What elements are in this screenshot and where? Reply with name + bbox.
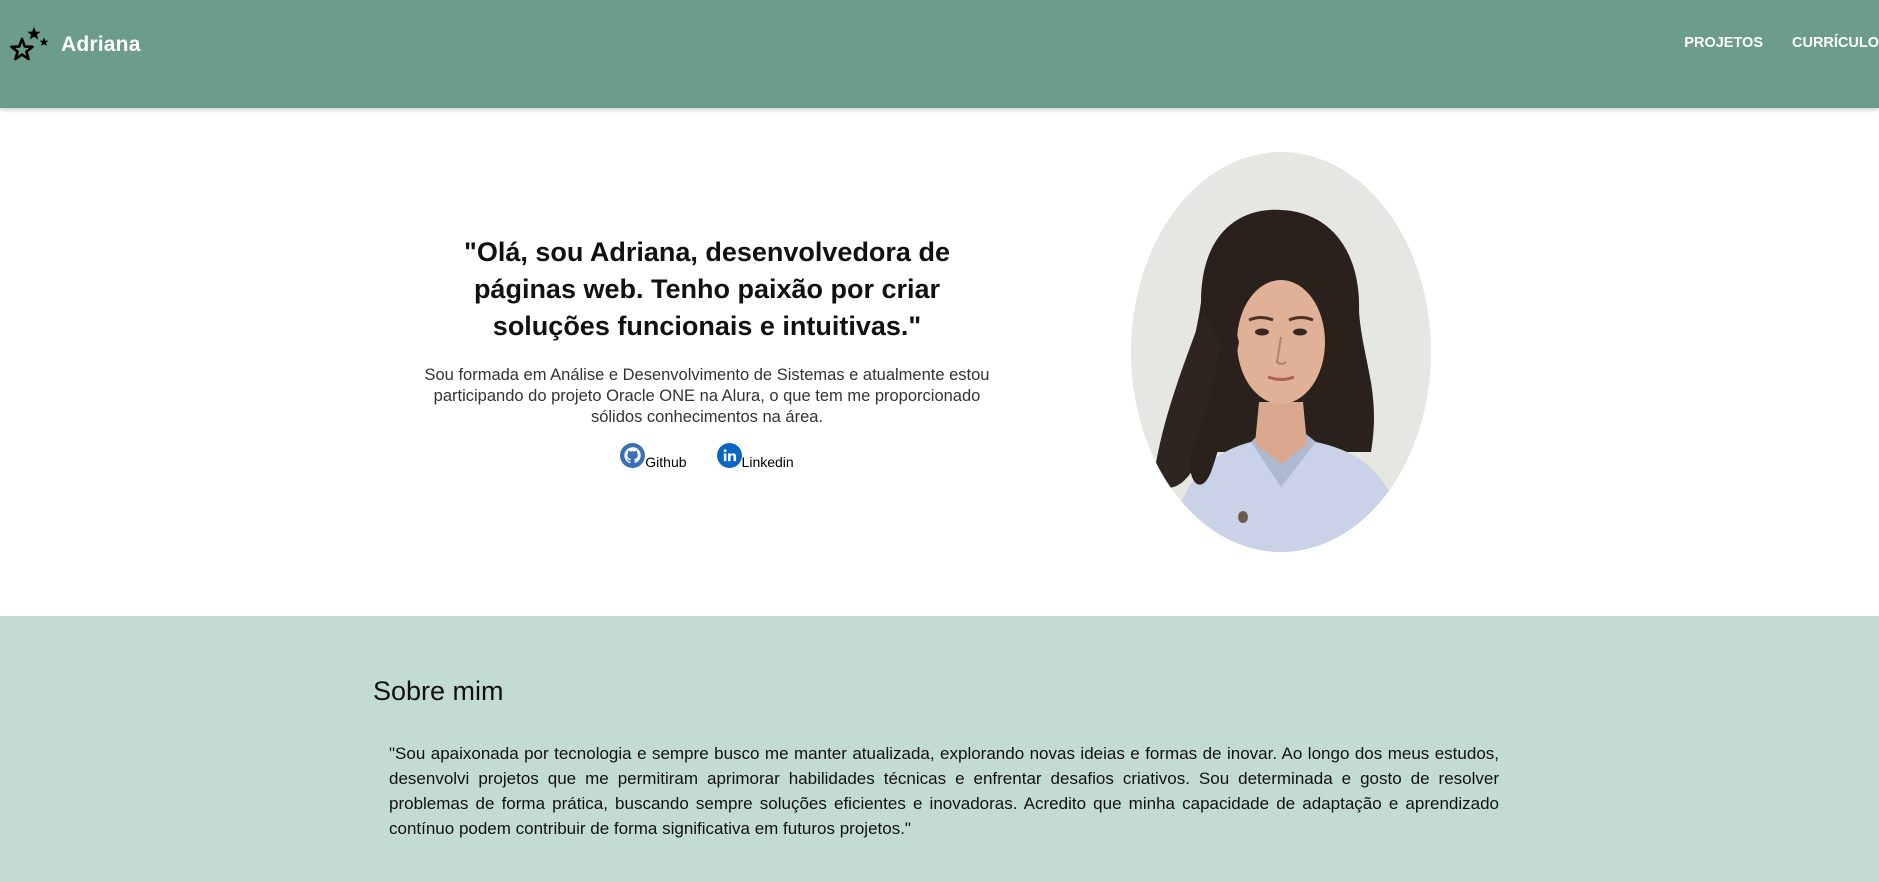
about-title: Sobre mim xyxy=(373,676,504,706)
profile-photo xyxy=(1131,152,1431,552)
github-link[interactable]: Github xyxy=(620,443,687,470)
hero-title: "Olá, sou Adriana, desenvolvedora de pág… xyxy=(464,237,950,341)
nav-link-projetos[interactable]: Projetos xyxy=(1684,35,1763,51)
linkedin-link[interactable]: Linkedin xyxy=(716,443,794,470)
brand-link[interactable]: Adriana xyxy=(10,24,141,66)
about-section: Sobre mim "Sou apaixonada por tecnologia… xyxy=(0,616,1879,882)
hero-text: "Olá, sou Adriana, desenvolvedora de pág… xyxy=(407,234,1007,470)
hero-description: Sou formada em Análise e Desenvolvimento… xyxy=(424,366,990,426)
portrait-illustration xyxy=(1131,152,1431,552)
hero-section: "Olá, sou Adriana, desenvolvedora de pág… xyxy=(0,108,1879,616)
social-links: Github Linkedin xyxy=(407,443,1007,470)
github-label: Github xyxy=(645,454,687,470)
github-icon xyxy=(620,443,646,468)
site-header: Adriana Projetos Currículo xyxy=(0,0,1879,108)
linkedin-label: Linkedin xyxy=(741,454,794,470)
about-text: "Sou apaixonada por tecnologia e sempre … xyxy=(389,744,1499,838)
brand-name: Adriana xyxy=(61,33,141,56)
stars-icon xyxy=(10,27,49,61)
linkedin-icon xyxy=(716,443,742,468)
nav-link-curriculo[interactable]: Currículo xyxy=(1792,35,1879,51)
main-nav: Projetos Currículo xyxy=(1655,35,1879,51)
